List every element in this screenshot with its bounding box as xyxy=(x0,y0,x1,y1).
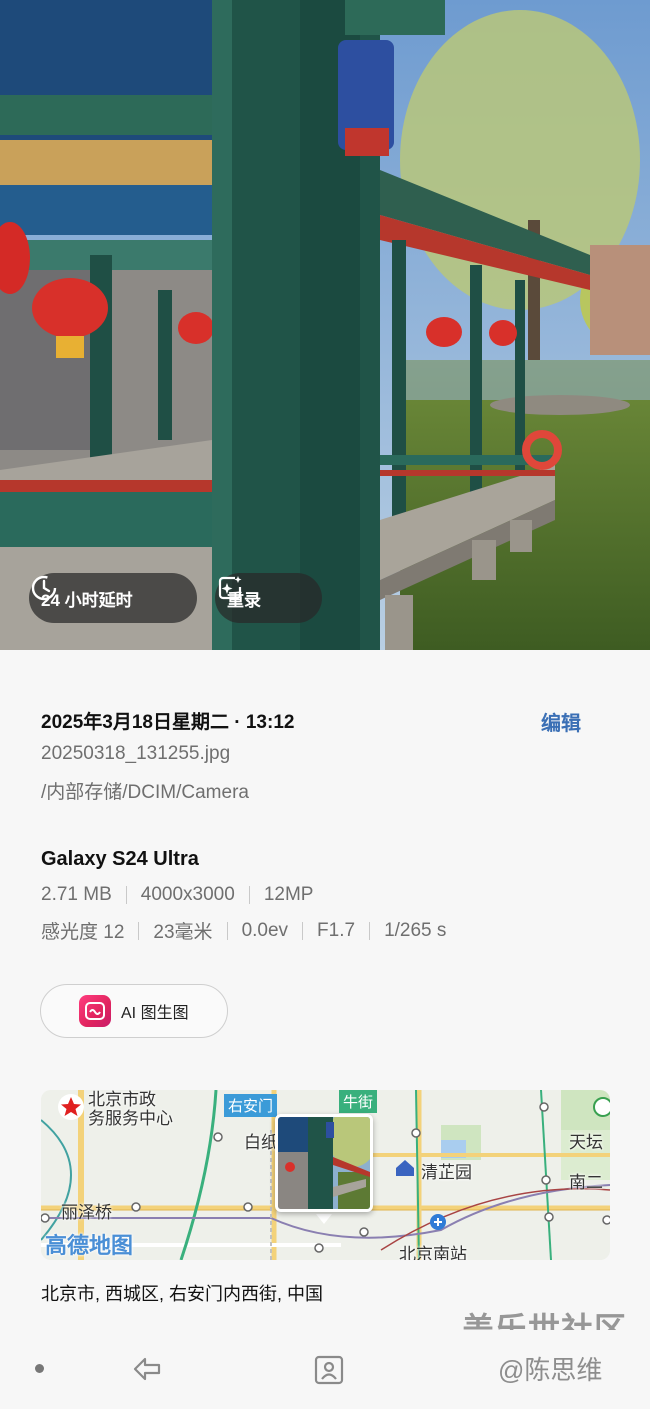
ai-generate-icon xyxy=(79,995,111,1027)
edit-button[interactable]: 编辑 xyxy=(541,707,581,736)
divider xyxy=(138,921,140,940)
back-arrow-icon[interactable] xyxy=(130,1354,164,1384)
location-address: 北京市, 西城区, 右安门内西街, 中国 xyxy=(41,1284,324,1304)
divider xyxy=(125,886,127,904)
map-label-nan: 南二 xyxy=(569,1173,603,1192)
iso: 感光度 12 xyxy=(41,922,125,943)
exposure-value: 0.0ev xyxy=(241,919,289,941)
history-timelapse-button[interactable]: 24 小时延时 xyxy=(29,573,197,623)
remaster-button[interactable]: 重录 xyxy=(215,573,322,623)
photo-image xyxy=(0,0,650,650)
file-specs: 2.71 MB 4000x3000 12MP xyxy=(41,884,313,906)
map-label-qingzhiyuan: 清芷园 xyxy=(421,1163,472,1182)
map-label-youanmen: 右安门 xyxy=(224,1094,278,1117)
shutter-speed: 1/265 s xyxy=(384,919,447,941)
amap-logo: 高德地图 xyxy=(45,1233,134,1258)
map-label-tiantan: 天坛 xyxy=(569,1133,603,1152)
file-name: 20250318_131255.jpg xyxy=(41,743,231,764)
sparkle-frame-icon xyxy=(218,576,242,600)
map-label-niujie: 牛街 xyxy=(339,1090,378,1113)
location-map[interactable]: 北京市政 务服务中心 右安门 牛街 白纸 清芷园 天坛 南二 丽泽桥 北京南站 … xyxy=(41,1090,610,1260)
divider xyxy=(302,921,304,940)
megapixels: 12MP xyxy=(263,884,314,905)
file-path: /内部存储/DCIM/Camera xyxy=(41,782,249,803)
map-label-lizeqiao: 丽泽桥 xyxy=(61,1203,112,1222)
nav-dot-icon[interactable] xyxy=(35,1364,44,1373)
home-icon[interactable] xyxy=(313,1354,345,1386)
file-size: 2.71 MB xyxy=(41,884,112,905)
navigation-bar: @陈思维 xyxy=(0,1330,650,1409)
map-label-beijing-south-station: 北京南站 xyxy=(399,1245,467,1260)
divider xyxy=(226,921,228,940)
ai-image-to-image-label: AI 图生图 xyxy=(121,1005,189,1022)
photo-view[interactable]: 24 小时延时 重录 xyxy=(0,0,650,650)
clock-history-icon xyxy=(31,575,57,601)
divider xyxy=(369,921,371,940)
camera-model: Galaxy S24 Ultra xyxy=(41,848,199,870)
focal-length: 23毫米 xyxy=(153,922,213,943)
watermark-author: @陈思维 xyxy=(498,1355,603,1385)
exposure-specs: 感光度 12 23毫米 0.0ev F1.7 1/265 s xyxy=(41,917,446,944)
map-label-bai: 白纸 xyxy=(244,1133,278,1152)
ai-image-to-image-button[interactable]: AI 图生图 xyxy=(40,984,228,1038)
divider xyxy=(248,886,250,904)
details-panel: 2025年3月18日星期二 · 13:12 编辑 20250318_131255… xyxy=(0,650,650,1330)
photo-date: 2025年3月18日星期二 · 13:12 xyxy=(41,712,295,733)
map-photo-thumbnail xyxy=(275,1114,373,1212)
aperture: F1.7 xyxy=(317,919,356,941)
resolution: 4000x3000 xyxy=(140,884,235,905)
map-label-government-center: 北京市政 务服务中心 xyxy=(88,1090,173,1128)
